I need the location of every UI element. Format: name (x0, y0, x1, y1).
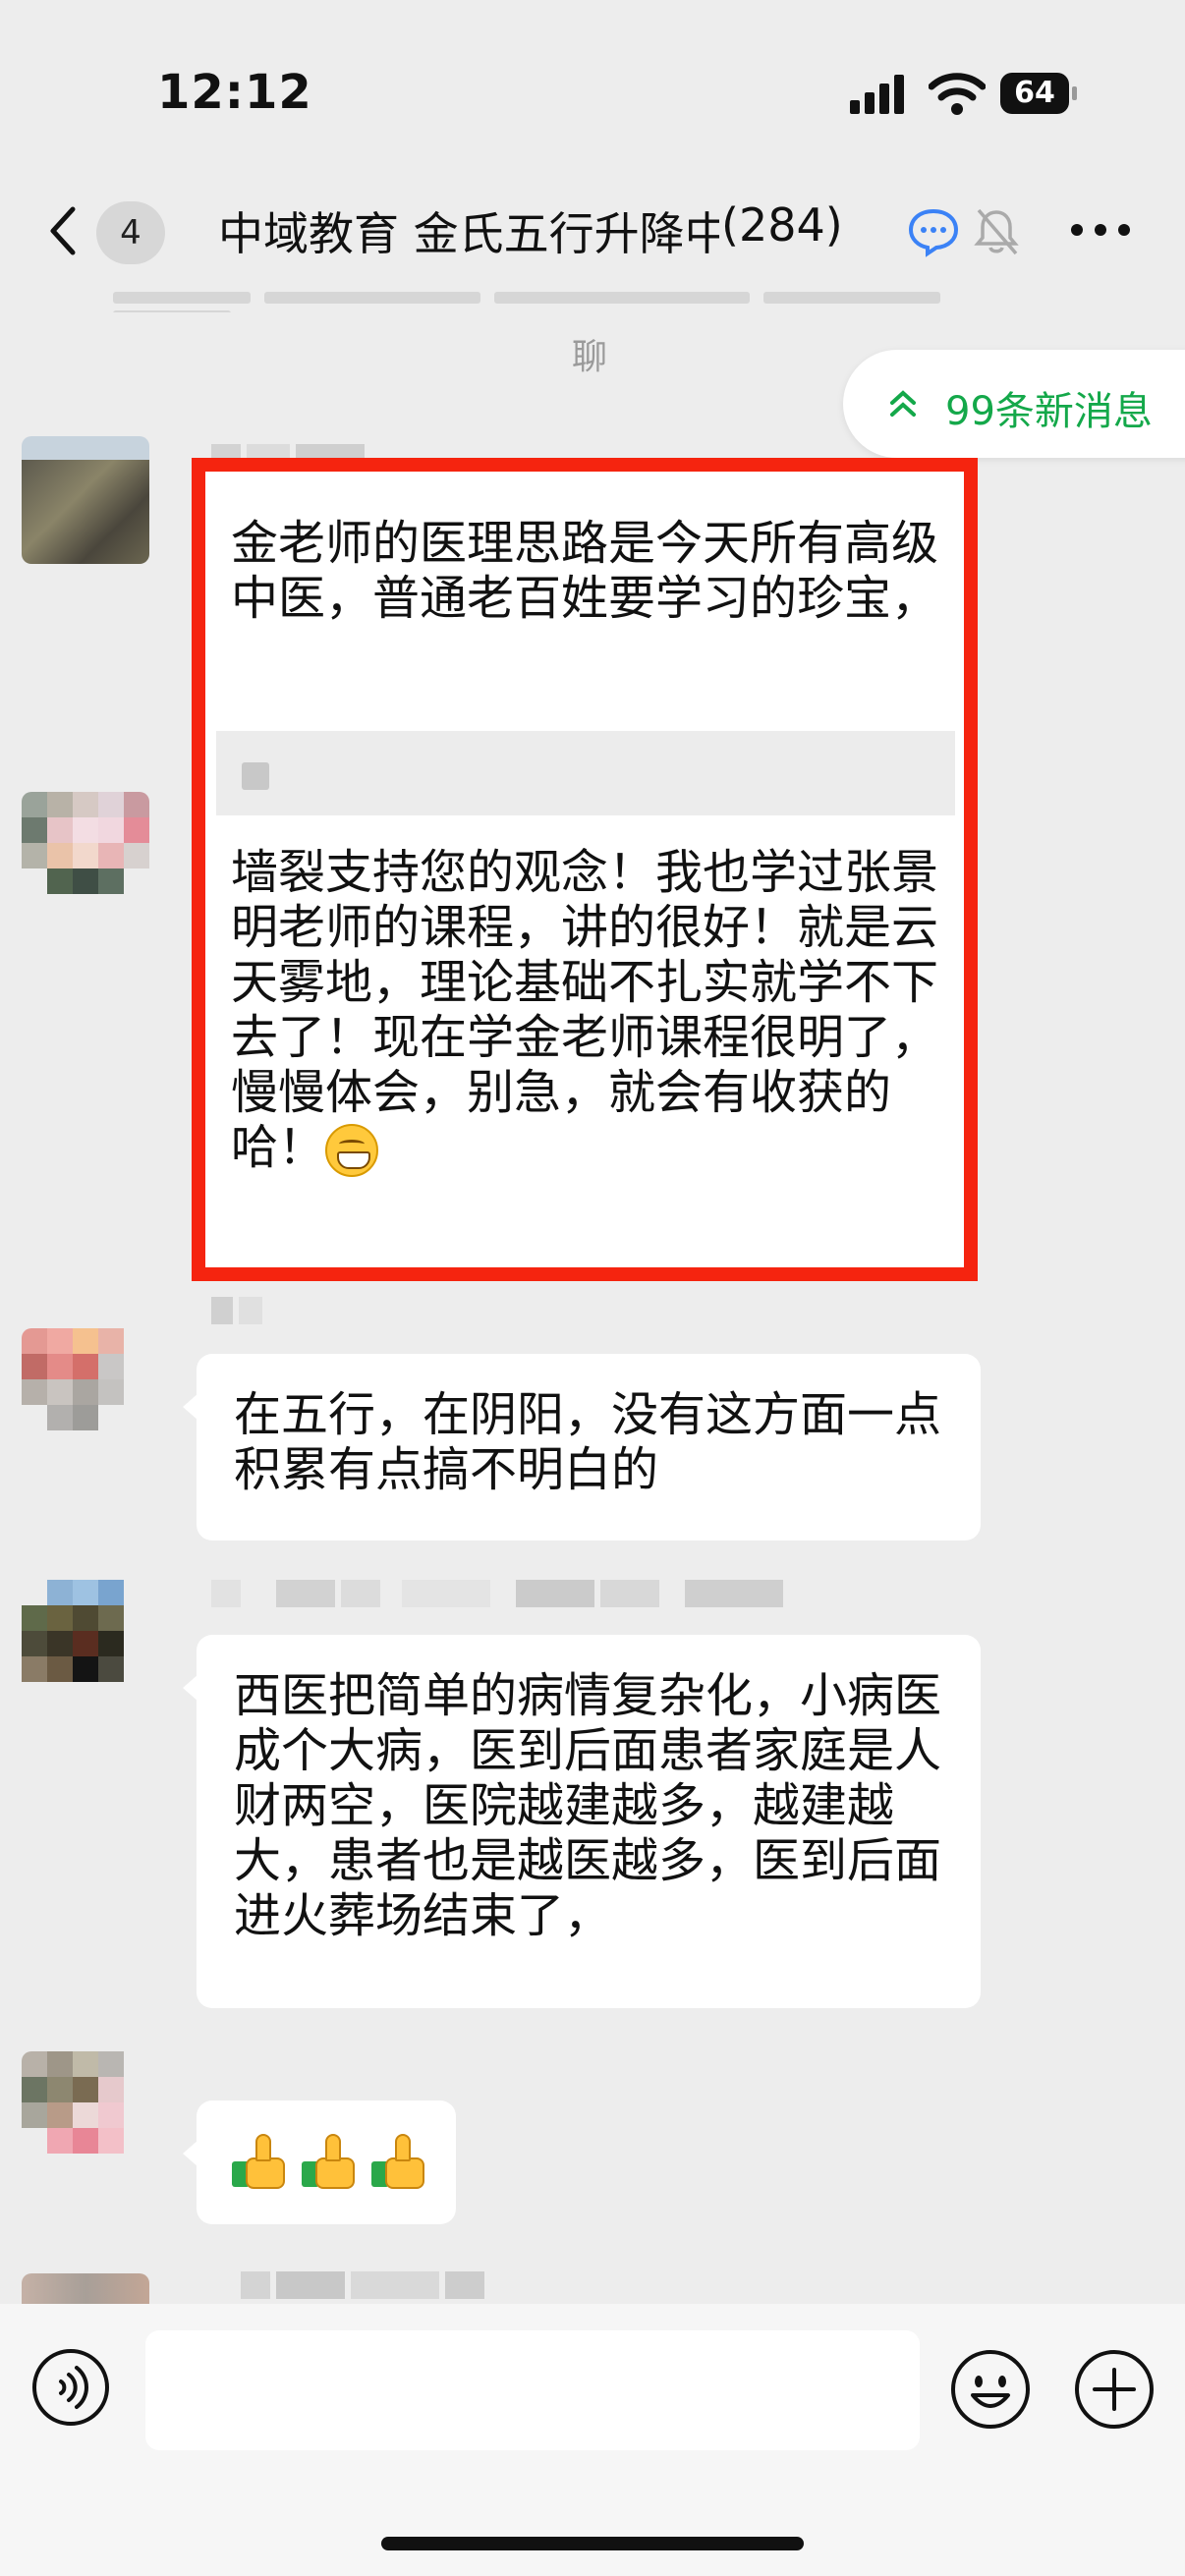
emoji-row (232, 2134, 436, 2189)
new-messages-button[interactable]: 99条新消息 (843, 350, 1185, 458)
avatar[interactable] (22, 2273, 149, 2304)
mute-bell-icon (974, 208, 1019, 255)
sender-name-blurred (211, 1580, 789, 1607)
unread-count-badge[interactable]: 4 (96, 201, 165, 264)
double-chevron-up-icon (890, 390, 916, 417)
avatar[interactable] (22, 436, 149, 564)
battery-icon: 64 (1000, 73, 1079, 114)
avatar[interactable] (22, 792, 149, 920)
grinning-face-icon (325, 1124, 379, 1177)
thumbs-up-icon (232, 2134, 287, 2189)
reply-message-text: 墙裂支持您的观念！我也学过张景明老师的课程，讲的很好！就是云天雾地，理论基础不扎… (231, 845, 939, 1175)
more-options-icon[interactable] (1069, 220, 1132, 240)
reply-message[interactable]: 墙裂支持您的观念！我也学过张景明老师的课程，讲的很好！就是云天雾地，理论基础不扎… (231, 845, 958, 1177)
chat-member-count: (284) (719, 198, 843, 252)
wifi-icon (929, 73, 986, 115)
message-input[interactable] (145, 2330, 920, 2450)
quote-divider (216, 731, 955, 815)
chat-bubble-icon (908, 208, 959, 257)
new-messages-label: 99条新消息 (945, 389, 1153, 434)
battery-level: 64 (1000, 73, 1069, 114)
message-bubble[interactable]: 西医把简单的病情复杂化，小病医成个大病，医到后面患者家庭是人财两空，医院越建越多… (183, 1635, 981, 2008)
home-indicator (381, 2537, 804, 2550)
avatar[interactable] (22, 1580, 149, 1708)
message-bubble[interactable] (183, 2100, 456, 2224)
message-text: 西医把简单的病情复杂化，小病医成个大病，医到后面患者家庭是人财两空，医院越建越多… (234, 1668, 942, 1943)
sender-name-blurred (241, 2271, 490, 2299)
status-time: 12:12 (157, 65, 312, 120)
avatar[interactable] (22, 2051, 149, 2179)
cellular-signal-icon (850, 73, 909, 114)
message-text: 在五行，在阴阳，没有这方面一点积累有点搞不明白的 (234, 1387, 942, 1497)
faded-previous-message (113, 287, 1076, 312)
sender-name-blurred (211, 1297, 268, 1324)
voice-input-icon[interactable] (31, 2348, 110, 2427)
faded-partial-text: 聊 (572, 337, 608, 377)
emoji-icon[interactable] (949, 2348, 1032, 2431)
avatar[interactable] (22, 1328, 149, 1456)
thumbs-up-icon (302, 2134, 357, 2189)
add-more-icon[interactable] (1073, 2348, 1156, 2431)
back-chevron-icon[interactable] (39, 201, 88, 260)
quote-sender-blurred (242, 762, 269, 790)
quoted-message-text: 金老师的医理思路是今天所有高级中医，普通老百姓要学习的珍宝， (231, 516, 939, 626)
message-bubble[interactable]: 在五行，在阴阳，没有这方面一点积累有点搞不明白的 (183, 1354, 981, 1540)
thumbs-up-icon (371, 2134, 426, 2189)
